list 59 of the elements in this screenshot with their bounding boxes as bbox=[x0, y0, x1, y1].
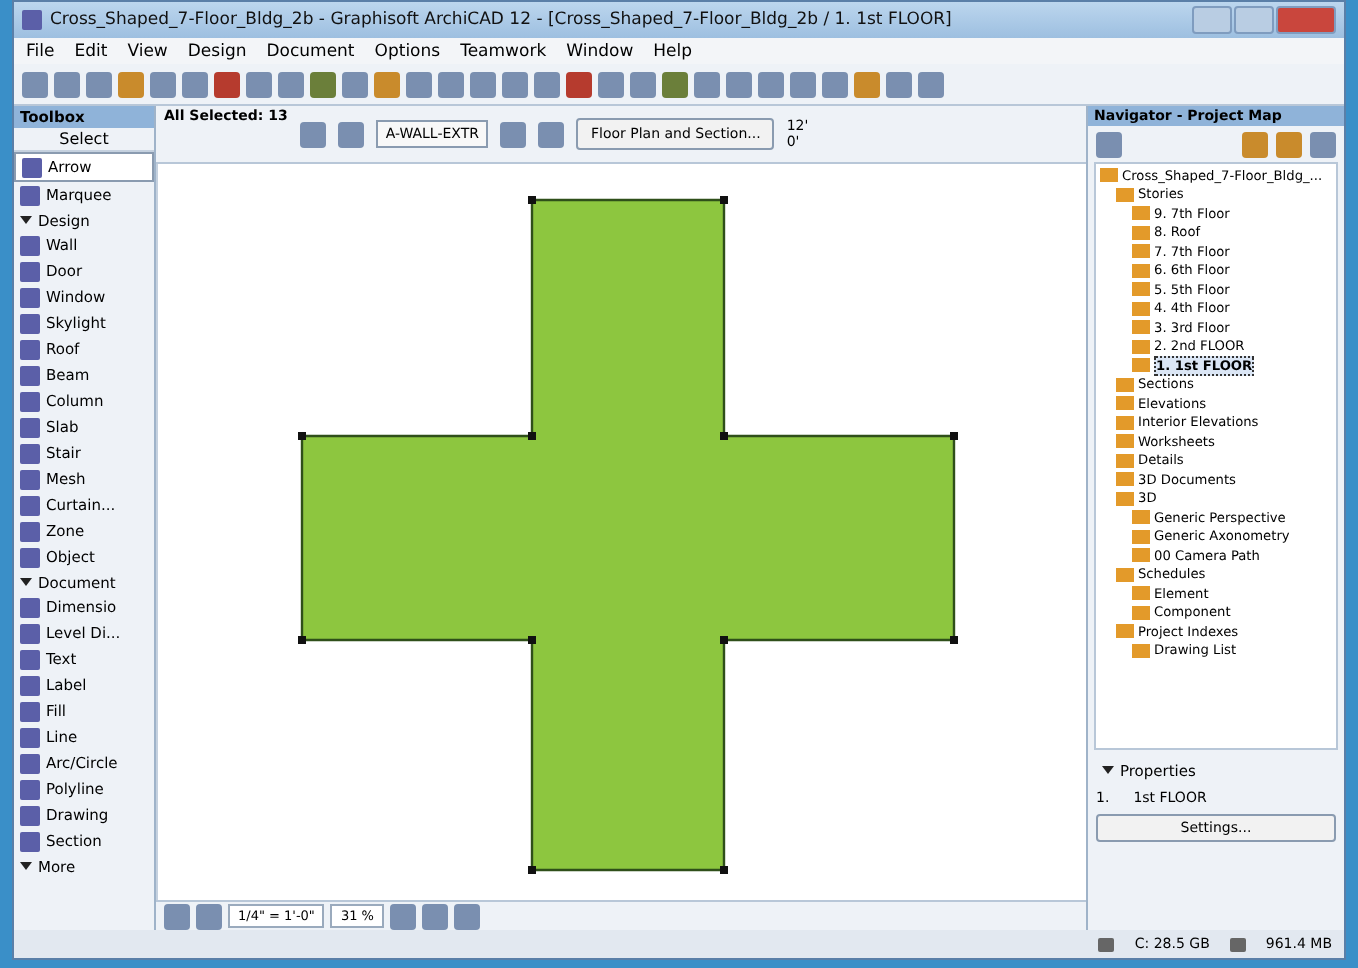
menu-item[interactable]: Window bbox=[566, 41, 634, 61]
toolbar-button[interactable] bbox=[502, 71, 528, 97]
close-button[interactable] bbox=[1276, 6, 1336, 34]
menu-item[interactable]: Design bbox=[187, 41, 247, 61]
triangle-icon bbox=[20, 862, 32, 870]
toolbar-button[interactable] bbox=[854, 71, 880, 97]
menu-item[interactable]: Edit bbox=[74, 41, 108, 61]
toolbar-button[interactable] bbox=[630, 71, 656, 97]
toolbar-button[interactable] bbox=[1242, 131, 1268, 157]
toolbar-button[interactable] bbox=[278, 71, 304, 97]
toolbar-button[interactable] bbox=[918, 71, 944, 97]
toolbar-button[interactable] bbox=[389, 903, 416, 929]
toolbar-button[interactable] bbox=[86, 71, 112, 97]
toolbar-button[interactable] bbox=[150, 71, 176, 97]
toolbar-button[interactable] bbox=[470, 71, 496, 97]
toolbar-button[interactable] bbox=[758, 71, 784, 97]
toolbar-button[interactable] bbox=[299, 121, 326, 147]
menu-item[interactable]: File bbox=[26, 41, 55, 61]
toolbar-button[interactable] bbox=[662, 71, 688, 97]
triangle-icon bbox=[20, 216, 32, 224]
toolbar-button[interactable] bbox=[438, 71, 464, 97]
toolbar-button[interactable] bbox=[22, 71, 48, 97]
toolbar-button[interactable] bbox=[694, 71, 720, 97]
toolbar-button[interactable] bbox=[538, 121, 565, 147]
toolbar-button[interactable] bbox=[822, 71, 848, 97]
toolbar-button[interactable] bbox=[1276, 131, 1302, 157]
menu-item[interactable]: Teamwork bbox=[460, 41, 547, 61]
toolbar-button[interactable] bbox=[566, 71, 592, 97]
toolbar-button[interactable] bbox=[500, 121, 527, 147]
toolbar-button[interactable] bbox=[406, 71, 432, 97]
toolbar-button[interactable] bbox=[246, 71, 272, 97]
toolbar-button[interactable] bbox=[598, 71, 624, 97]
toolbar-button[interactable] bbox=[342, 71, 368, 97]
menu-item[interactable]: Document bbox=[266, 41, 355, 61]
toolbar-button[interactable] bbox=[453, 903, 480, 929]
toolbar-button[interactable] bbox=[886, 71, 912, 97]
menu-item[interactable]: View bbox=[127, 41, 168, 61]
triangle-icon bbox=[1102, 766, 1114, 774]
toolbar-button[interactable] bbox=[182, 71, 208, 97]
toolbar-button[interactable] bbox=[374, 71, 400, 97]
toolbar-button[interactable] bbox=[214, 71, 240, 97]
toolbar-button[interactable] bbox=[1310, 131, 1336, 157]
toolbar-button[interactable] bbox=[196, 903, 222, 929]
toolbar-button[interactable] bbox=[1096, 131, 1122, 157]
window-title: Cross_Shaped_7-Floor_Bldg_2b - Graphisoft ArchiCAD 12 - [Cross_Shaped_7-Floor_Bldg_2b / 1. 1st FLOOR] bbox=[50, 10, 954, 30]
toolbar-button[interactable] bbox=[337, 121, 364, 147]
toolbar-button[interactable] bbox=[726, 71, 752, 97]
toolbar-button[interactable] bbox=[118, 71, 144, 97]
toolbar-button[interactable] bbox=[310, 71, 336, 97]
toolbar-button[interactable] bbox=[164, 903, 190, 929]
toolbar-button[interactable] bbox=[790, 71, 816, 97]
toolbar-button[interactable] bbox=[534, 71, 560, 97]
toolbar-button[interactable] bbox=[54, 71, 80, 97]
toolbar-button[interactable] bbox=[421, 903, 448, 929]
triangle-icon bbox=[20, 578, 32, 586]
maximize-button[interactable] bbox=[1234, 6, 1274, 34]
menu-item[interactable]: Help bbox=[653, 41, 693, 61]
menu-item[interactable]: Options bbox=[374, 41, 441, 61]
minimize-button[interactable] bbox=[1192, 6, 1232, 34]
